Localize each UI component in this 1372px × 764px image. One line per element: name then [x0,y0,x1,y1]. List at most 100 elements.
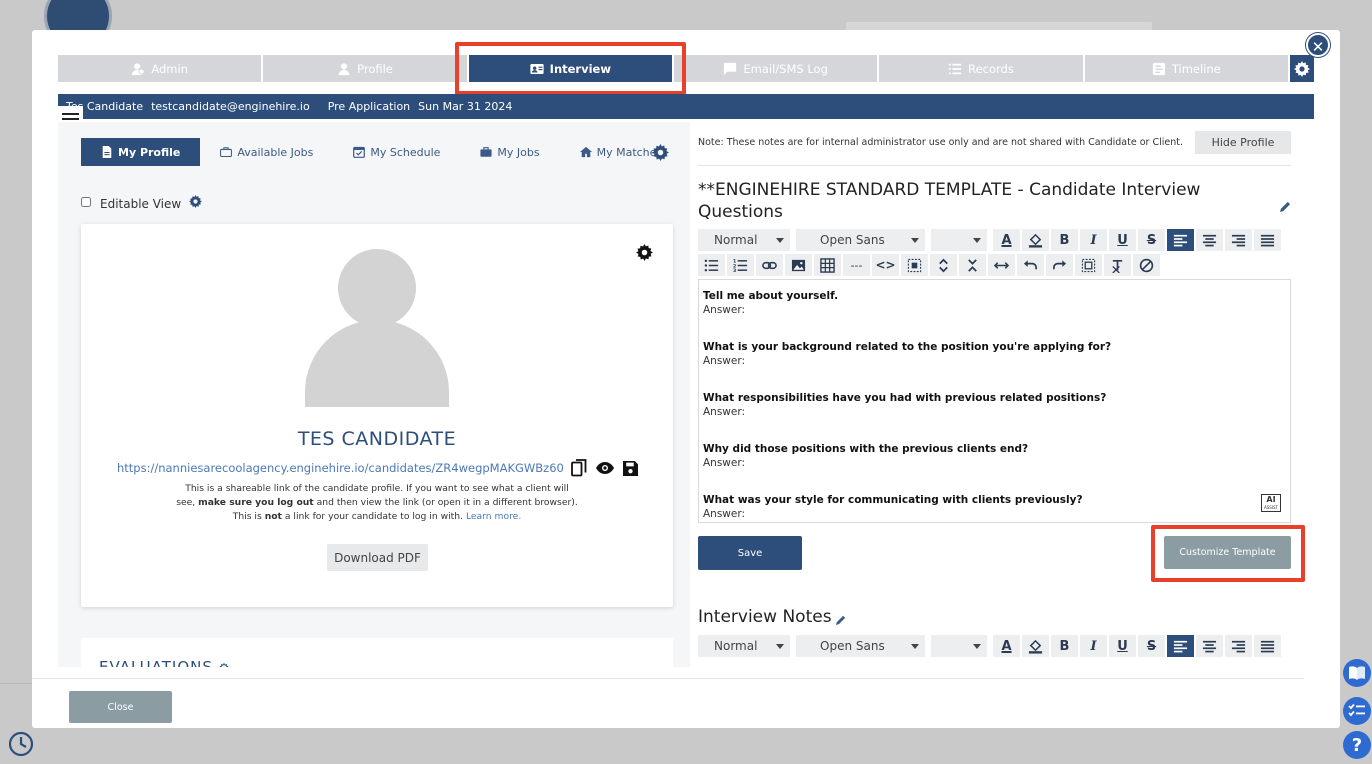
tab-records[interactable]: Records [879,55,1083,82]
redo-button[interactable] [1046,254,1073,276]
align-left-button[interactable] [1167,635,1194,657]
tabs-settings-button[interactable] [1290,55,1314,82]
eye-icon[interactable] [596,461,614,475]
strikethrough-button[interactable]: S [1138,229,1165,251]
guide-button[interactable] [1343,659,1371,687]
collapse-button[interactable] [959,254,986,276]
profile-card-settings-button[interactable] [636,244,653,265]
background-divider [0,683,32,684]
align-right-button[interactable] [1225,229,1252,251]
code-view-button[interactable]: <> [872,254,899,276]
editor-toolbar-row-2: 123 --- <> [698,254,1162,276]
gear-icon[interactable]: ⚙ [219,661,231,667]
interview-tab-highlight [455,42,686,95]
subtabs-settings-button[interactable] [652,144,669,165]
align-right-button[interactable] [1225,635,1252,657]
italic-icon: I [1090,638,1097,654]
editable-view-checkbox[interactable] [81,196,91,207]
expand-button[interactable] [930,254,957,276]
table-button[interactable] [814,254,841,276]
timeline-icon [1152,62,1165,75]
format-select[interactable]: Normal [698,229,790,251]
bullet-list-button[interactable] [698,254,725,276]
download-pdf-button[interactable]: Download PDF [327,544,428,571]
list-item: What is your background related to the p… [703,341,1112,367]
italic-button[interactable]: I [1080,229,1107,251]
notes-font-select[interactable]: Open Sans [796,635,925,657]
align-center-button[interactable] [1196,229,1223,251]
align-justify-button[interactable] [1254,635,1281,657]
select-all-button[interactable] [901,254,928,276]
disable-button[interactable] [1133,254,1160,276]
edit-title-button[interactable] [1280,197,1291,216]
align-center-button[interactable] [1196,635,1223,657]
full-width-button[interactable] [988,254,1015,276]
learn-more-link[interactable]: Learn more. [466,511,521,522]
align-left-button[interactable] [1167,229,1194,251]
scroll-clip [690,660,1310,668]
editor-toolbar-row-1: Normal Open Sans A B I U S [698,229,1283,251]
template-editor[interactable]: Tell me about yourself. Answer: What is y… [698,279,1291,523]
link-button[interactable] [756,254,783,276]
numbered-list-button[interactable]: 123 [727,254,754,276]
text-color-button[interactable]: A [993,229,1020,251]
link-actions [571,459,638,477]
bold-button[interactable]: B [1051,635,1078,657]
save-icon[interactable] [623,460,638,476]
gear-icon[interactable] [189,195,203,208]
tab-email-sms-log[interactable]: Email/SMS Log [673,55,878,82]
undo-icon [1023,259,1037,269]
svg-text:3: 3 [733,268,736,273]
help-button[interactable]: ? [1343,731,1371,759]
checklist-button[interactable] [1343,697,1371,725]
hamburger-icon [61,113,79,115]
history-button[interactable] [8,731,34,761]
save-button[interactable]: Save [698,536,802,570]
italic-icon: I [1090,232,1097,248]
bold-button[interactable]: B [1051,229,1078,251]
size-select[interactable] [931,229,987,251]
subtab-my-schedule[interactable]: My Schedule [333,138,460,166]
image-button[interactable] [785,254,812,276]
notes-size-select[interactable] [931,635,987,657]
subtab-my-jobs[interactable]: My Jobs [460,138,559,166]
share-note-line: see, make sure you log out and then view… [176,497,578,508]
pencil-icon[interactable] [835,615,846,625]
background-color-button[interactable] [1022,635,1049,657]
text-color-button[interactable]: A [993,635,1020,657]
align-center-icon [1202,640,1217,652]
horizontal-rule-button[interactable]: --- [843,254,870,276]
list-item: What was your style for communicating wi… [703,494,1083,520]
align-justify-icon [1260,640,1275,652]
tab-admin[interactable]: Admin [58,55,262,82]
align-justify-button[interactable] [1254,229,1281,251]
align-left-icon [1173,234,1188,246]
notes-format-select[interactable]: Normal [698,635,790,657]
background-color-button[interactable] [1022,229,1049,251]
ai-assist-button[interactable]: AI ASSIST [1261,494,1281,512]
copy-icon[interactable] [571,459,587,477]
clear-format-button[interactable] [1104,254,1131,276]
font-select[interactable]: Open Sans [796,229,925,251]
hide-profile-button[interactable]: Hide Profile [1195,131,1291,154]
subtab-my-profile[interactable]: My Profile [81,138,201,166]
shareable-profile-link[interactable]: https://nanniesarecoolagency.enginehire.… [117,461,564,475]
undo-button[interactable] [1017,254,1044,276]
image-icon [791,259,806,271]
template-title: **ENGINEHIRE STANDARD TEMPLATE - Candida… [698,180,1201,222]
underline-button[interactable]: U [1109,635,1136,657]
close-button[interactable]: Close [69,691,172,723]
close-modal-icon[interactable]: ✕ [1306,33,1330,57]
tab-timeline[interactable]: Timeline [1084,55,1288,82]
fullscreen-button[interactable] [1075,254,1102,276]
ban-icon [1139,258,1154,272]
italic-button[interactable]: I [1080,635,1107,657]
subtab-available-jobs[interactable]: Available Jobs [200,138,333,166]
strikethrough-button[interactable]: S [1138,635,1165,657]
chevron-down-icon [776,643,784,649]
candidate-date: Sun Mar 31 2024 [418,100,513,113]
underline-button[interactable]: U [1109,229,1136,251]
chevron-collapse-icon [968,258,977,272]
chevron-down-icon [911,237,919,243]
tab-profile[interactable]: Profile [263,55,467,82]
